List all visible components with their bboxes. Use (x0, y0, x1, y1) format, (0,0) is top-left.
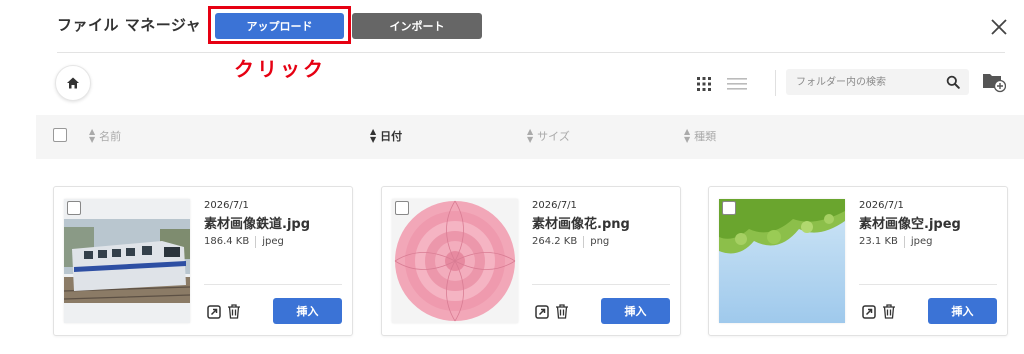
file-type: png (590, 236, 610, 247)
file-card[interactable]: 2026/7/1 素材画像鉄道.jpg 186.4 KB jpeg 挿入 (53, 186, 353, 336)
open-external-icon[interactable] (207, 305, 221, 319)
import-button[interactable]: インポート (352, 13, 482, 39)
grid-view-icon[interactable] (697, 76, 711, 91)
file-size: 23.1 KB (859, 236, 898, 247)
column-date-sort[interactable]: ▲ ▼ 日付 (370, 128, 402, 144)
trash-icon[interactable] (227, 304, 241, 319)
file-name: 素材画像花.png (532, 217, 630, 232)
file-thumbnail-flower[interactable] (392, 199, 518, 323)
list-view-icon[interactable] (727, 76, 747, 90)
column-type-label: 種類 (694, 130, 717, 143)
open-external-icon[interactable] (535, 305, 549, 319)
insert-button[interactable]: 挿入 (928, 298, 997, 324)
new-folder-icon[interactable] (982, 71, 1007, 93)
home-button[interactable] (55, 65, 91, 101)
insert-button[interactable]: 挿入 (601, 298, 670, 324)
file-card[interactable]: 2026/7/1 素材画像花.png 264.2 KB png 挿入 (381, 186, 681, 336)
file-thumbnail-train[interactable] (64, 199, 190, 323)
trash-icon[interactable] (882, 304, 896, 319)
sort-icon: ▲ ▼ (370, 127, 377, 144)
search-input[interactable] (796, 73, 936, 91)
file-card[interactable]: 2026/7/1 素材画像空.jpeg 23.1 KB jpeg 挿入 (708, 186, 1008, 336)
file-meta: 264.2 KB png (532, 236, 609, 248)
file-size: 186.4 KB (204, 236, 250, 247)
close-icon[interactable] (988, 16, 1010, 38)
meta-divider (583, 236, 585, 248)
upload-button[interactable]: アップロード (215, 13, 344, 39)
select-all-checkbox[interactable] (53, 128, 67, 142)
page-title: ファイル マネージャ (57, 16, 202, 34)
file-checkbox[interactable] (395, 201, 409, 215)
sort-icon: ▲ ▼ (89, 127, 96, 144)
toolbar-separator (775, 70, 776, 96)
card-divider (859, 284, 997, 285)
file-type: jpeg (910, 236, 933, 247)
column-size-label: サイズ (537, 130, 570, 143)
home-icon (67, 77, 79, 89)
file-date: 2026/7/1 (204, 200, 249, 211)
click-annotation: クリック (234, 57, 326, 81)
card-divider (204, 284, 342, 285)
file-checkbox[interactable] (67, 201, 81, 215)
file-meta: 186.4 KB jpeg (204, 236, 284, 248)
column-name-label: 名前 (99, 130, 122, 143)
file-name: 素材画像鉄道.jpg (204, 217, 311, 232)
file-size: 264.2 KB (532, 236, 578, 247)
card-divider (532, 284, 670, 285)
search-icon[interactable] (946, 75, 960, 89)
column-date-label: 日付 (380, 130, 403, 143)
header-divider (57, 52, 1005, 53)
sort-icon: ▲ ▼ (527, 127, 534, 144)
column-name-sort[interactable]: ▲ ▼ 名前 (89, 128, 121, 144)
file-date: 2026/7/1 (532, 200, 577, 211)
file-name: 素材画像空.jpeg (859, 217, 961, 232)
file-date: 2026/7/1 (859, 200, 904, 211)
sort-icon: ▲ ▼ (684, 127, 691, 144)
file-checkbox[interactable] (722, 201, 736, 215)
trash-icon[interactable] (555, 304, 569, 319)
insert-button[interactable]: 挿入 (273, 298, 342, 324)
file-type: jpeg (262, 236, 284, 247)
meta-divider (255, 236, 257, 248)
column-type-sort[interactable]: ▲ ▼ 種類 (684, 128, 716, 144)
open-external-icon[interactable] (862, 305, 876, 319)
meta-divider (903, 236, 905, 248)
column-size-sort[interactable]: ▲ ▼ サイズ (527, 128, 570, 144)
file-thumbnail-sky[interactable] (719, 199, 845, 323)
search-box (786, 69, 969, 95)
file-meta: 23.1 KB jpeg (859, 236, 933, 248)
